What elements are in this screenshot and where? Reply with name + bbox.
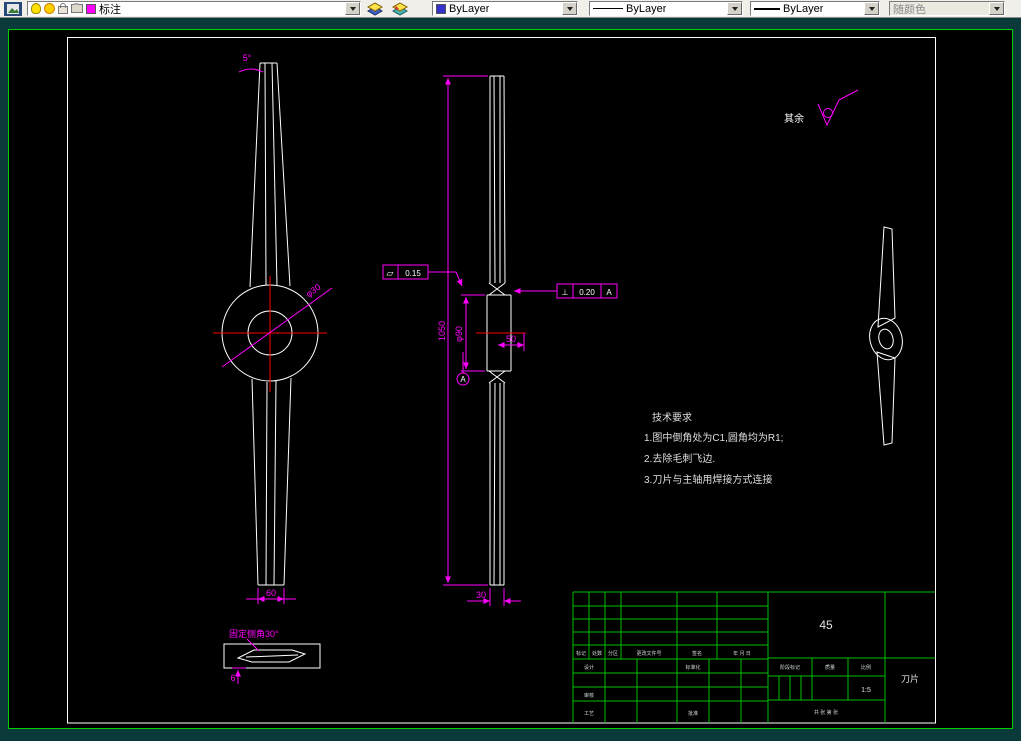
plot-style-combo: 随颜色 — [889, 1, 1005, 16]
chevron-down-icon — [731, 6, 738, 11]
linetype-combo[interactable]: ByLayer — [589, 1, 743, 16]
linetype-combo-dropdown-arrow[interactable] — [727, 2, 742, 15]
layer-combo[interactable]: 标注 — [27, 1, 361, 16]
surface-note-text: 其余 — [784, 112, 804, 125]
role-approve: 批准 — [688, 710, 698, 717]
stage-scale-label: 比例 — [861, 664, 871, 671]
role-check: 审核 — [584, 692, 594, 699]
layer-freeze-sun-icon[interactable] — [44, 3, 55, 14]
header-count: 处数 — [592, 650, 602, 657]
tech-req-item-1: 1.图中倒角处为C1,圆角均为R1; — [644, 431, 783, 444]
role-process: 工艺 — [584, 711, 594, 717]
scale-value-text: 1:5 — [861, 687, 871, 694]
stage-weight: 质量 — [825, 664, 835, 671]
datum-a-label: A — [460, 375, 466, 384]
material-text: 45 — [819, 618, 833, 632]
current-plot-style-value: 随颜色 — [893, 3, 926, 16]
header-sign: 签名 — [692, 650, 702, 657]
layer-current-icon — [4, 1, 22, 16]
header-mark: 标记 — [576, 650, 586, 657]
make-object-layer-current-button[interactable] — [2, 1, 24, 17]
color-combo-dropdown-arrow[interactable] — [562, 2, 577, 15]
layer-color-swatch — [86, 3, 96, 14]
layers-dialog-button[interactable] — [364, 1, 386, 17]
tech-req-item-3: 3.刀片与主轴用焊接方式连接 — [644, 473, 772, 486]
layers-icon — [367, 1, 383, 16]
header-date: 年 月 日 — [733, 650, 751, 657]
role-standard: 标准化 — [685, 664, 700, 671]
color-combo[interactable]: ByLayer — [432, 1, 578, 16]
current-color-value: ByLayer — [449, 2, 490, 15]
role-design: 设计 — [584, 664, 594, 671]
width-dim-text: 60 — [266, 588, 276, 598]
chevron-down-icon — [993, 6, 1000, 11]
header-doc-no: 更改文件号 — [636, 650, 661, 657]
drawing-canvas[interactable]: φ30 5° 60 1050 φ90 50 30 ▱ 0.15 ⊥ 0.20 A… — [0, 19, 1021, 736]
layer-lock-icon[interactable] — [58, 3, 68, 14]
lineweight-combo-dropdown-arrow[interactable] — [864, 2, 879, 15]
flatness-value: 0.15 — [405, 269, 421, 278]
layer-previous-icon — [392, 1, 408, 16]
hub-width-text: 50 — [506, 334, 516, 344]
hub-dia-text: φ90 — [454, 326, 464, 342]
detail-dim-text: 6 — [230, 673, 235, 683]
perp-datum-ref: A — [606, 288, 612, 297]
perp-symbol: ⊥ — [562, 288, 569, 297]
current-color-swatch — [436, 3, 446, 14]
current-layer-name: 标注 — [99, 3, 121, 16]
layer-on-bulb-icon[interactable] — [31, 3, 41, 14]
sheet-note: 共 张 第 张 — [814, 709, 838, 716]
layer-previous-button[interactable] — [389, 1, 411, 17]
angle-dim-text: 5° — [243, 53, 252, 63]
tip-width-text: 30 — [476, 590, 486, 600]
object-properties-toolbar: 标注 ByLayer ByLayer ByLayer 随颜色 — [0, 0, 1021, 18]
chevron-down-icon — [349, 6, 356, 11]
header-zone: 分区 — [608, 650, 618, 657]
part-name-text: 刀片 — [901, 673, 919, 684]
layer-plot-printer-icon[interactable] — [71, 3, 83, 13]
flatness-symbol: ▱ — [387, 268, 394, 278]
cad-drawing: φ30 5° 60 1050 φ90 50 30 ▱ 0.15 ⊥ 0.20 A… — [8, 29, 1013, 729]
lineweight-sample-icon — [754, 7, 780, 10]
lineweight-combo[interactable]: ByLayer — [750, 1, 880, 16]
tech-req-title: 技术要求 — [652, 411, 692, 424]
perp-value: 0.20 — [579, 288, 595, 297]
chevron-down-icon — [868, 6, 875, 11]
stage-label: 阶段标记 — [780, 664, 800, 671]
chevron-down-icon — [566, 6, 573, 11]
length-dim-text: 1050 — [437, 321, 447, 341]
plot-style-dropdown-arrow — [989, 2, 1004, 15]
linetype-sample-icon — [593, 8, 623, 9]
drawing-window-border — [8, 29, 1013, 729]
detail-note-text: 固定侧角30° — [229, 628, 279, 639]
current-lineweight-value: ByLayer — [783, 2, 824, 15]
tech-req-item-2: 2.去除毛刺飞边. — [644, 452, 715, 465]
current-linetype-value: ByLayer — [626, 2, 667, 15]
layer-combo-dropdown-arrow[interactable] — [345, 2, 360, 15]
